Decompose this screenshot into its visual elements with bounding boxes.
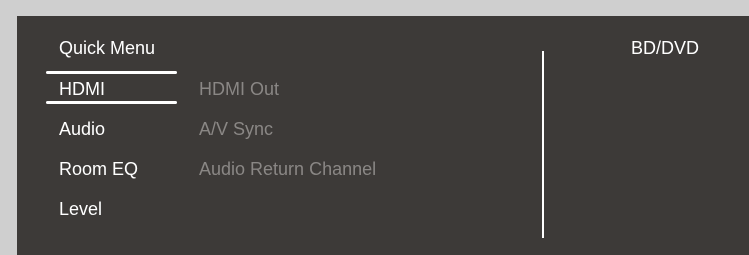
panel-divider <box>542 51 544 238</box>
main-menu-list: HDMI Audio Room EQ Level <box>59 78 138 238</box>
submenu-item-hdmi-out[interactable]: HDMI Out <box>199 78 376 118</box>
selection-indicator-top <box>46 71 177 74</box>
menu-item-audio[interactable]: Audio <box>59 118 138 158</box>
submenu-list: HDMI Out A/V Sync Audio Return Channel <box>199 78 376 198</box>
menu-item-level[interactable]: Level <box>59 198 138 238</box>
submenu-item-av-sync[interactable]: A/V Sync <box>199 118 376 158</box>
menu-item-hdmi[interactable]: HDMI <box>59 78 138 118</box>
quick-menu-panel: Quick Menu BD/DVD HDMI Audio Room EQ Lev… <box>17 16 749 255</box>
menu-item-room-eq[interactable]: Room EQ <box>59 158 138 198</box>
menu-title: Quick Menu <box>59 38 156 58</box>
input-source-label: BD/DVD <box>630 38 699 58</box>
submenu-item-audio-return-channel[interactable]: Audio Return Channel <box>199 158 376 198</box>
